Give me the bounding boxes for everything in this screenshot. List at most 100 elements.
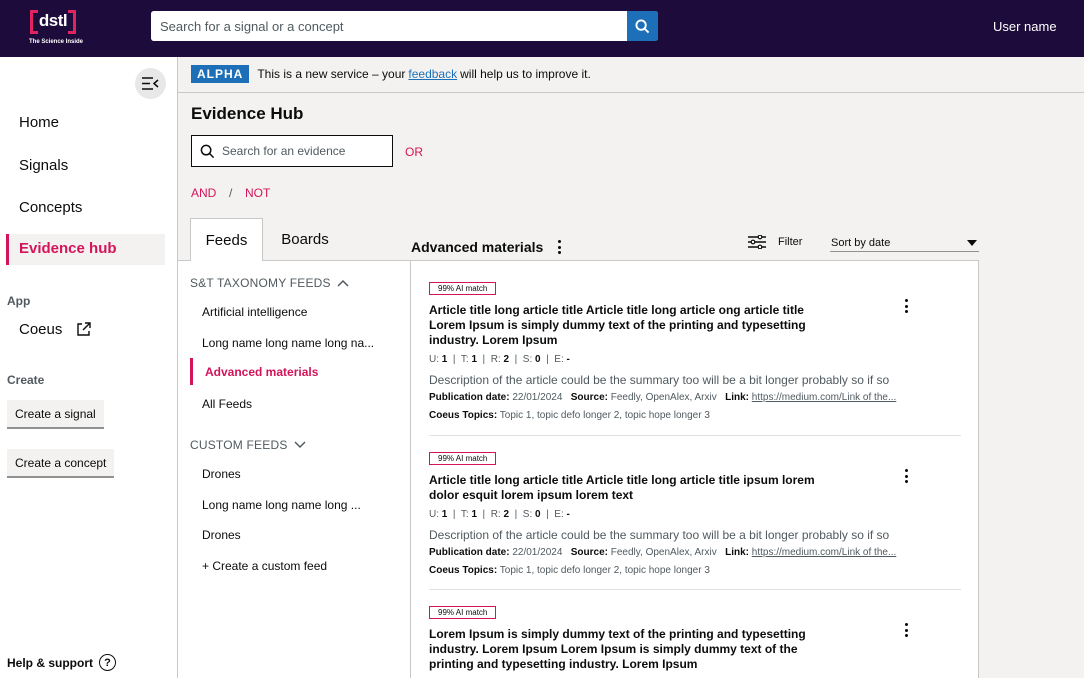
stat-t: 1 [471,509,477,520]
coeus-link[interactable]: Coeus [19,321,92,338]
pub-date-label: Publication date: [429,392,510,403]
article-meta: Publication date: 22/01/2024 Source: Fee… [429,547,961,558]
stat-u: 1 [441,509,448,520]
search-icon [200,144,215,159]
source: Feedly, OpenAlex, Arxiv [610,547,717,558]
nav-signals[interactable]: Signals [19,157,68,174]
card-divider [429,435,961,436]
card-options-icon[interactable] [903,299,909,313]
coeus-label: Coeus [19,321,63,338]
topics-label: Coeus Topics: [429,410,498,421]
card-divider [429,589,961,590]
feed-item-all-feeds[interactable]: All Feeds [202,397,252,411]
article-topics: Coeus Topics: Topic 1, topic defo longer… [429,410,961,421]
logo-tagline: The Science Inside [29,39,84,45]
custom-feed-drones-2[interactable]: Drones [202,528,241,542]
pub-date-label: Publication date: [429,547,510,558]
custom-feeds-heading: CUSTOM FEEDS [190,438,288,452]
help-icon: ? [99,654,116,671]
feed-title-text: Advanced materials [411,239,544,255]
stat-r: 2 [503,509,510,520]
ai-match-badge: 99% AI match [429,282,497,295]
article-link[interactable]: https://medium.com/Link of the... [752,547,897,558]
feed-item-long-name[interactable]: Long name long name long na... [202,336,374,350]
result-card[interactable]: 99% AI match Article title long article … [429,278,961,421]
link-label: Link: [725,392,749,403]
page-title: Evidence Hub [191,104,304,123]
pub-date: 22/01/2024 [512,392,563,403]
stat-e: - [566,509,570,520]
dropdown-arrow-icon [967,240,977,246]
or-operator[interactable]: OR [405,145,423,159]
and-operator[interactable]: AND [191,186,216,200]
article-title[interactable]: Lorem Ipsum is simply dummy text of the … [429,627,839,672]
result-card[interactable]: 99% AI match Article title long article … [429,448,961,576]
results-list: 99% AI match Article title long article … [410,260,979,678]
article-link[interactable]: https://medium.com/Link of the... [752,392,897,403]
logo-bracket-left [30,10,38,34]
link-label: Link: [725,547,749,558]
tab-boards[interactable]: Boards [265,218,345,261]
filter-sliders-icon [748,235,766,249]
article-title[interactable]: Article title long article title Article… [429,303,839,348]
stat-u: 1 [441,354,448,365]
topics: Topic 1, topic defo longer 2, topic hope… [499,565,710,576]
create-signal-button[interactable]: Create a signal [7,400,104,429]
create-custom-feed-link[interactable]: + Create a custom feed [202,559,327,573]
alpha-tag: ALPHA [191,65,250,83]
custom-feed-drones[interactable]: Drones [202,467,241,481]
nav-concepts[interactable]: Concepts [19,199,82,216]
source-label: Source: [570,547,608,558]
nav-evidence-hub-label: Evidence hub [19,240,117,257]
dstl-logo[interactable]: dstl The Science Inside [29,10,83,48]
card-options-icon[interactable] [903,469,909,483]
user-name[interactable]: User name [993,19,1057,34]
operator-separator: / [229,186,233,200]
feeds-panel: S&T TAXONOMY FEEDS Artificial intelligen… [178,260,411,678]
tab-feeds[interactable]: Feeds [190,218,263,261]
create-concept-button[interactable]: Create a concept [7,449,115,478]
article-description: Description of the article could be the … [429,373,890,387]
feed-options-icon[interactable] [556,240,562,254]
help-support-link[interactable]: Help & support ? [7,654,116,671]
global-search-button[interactable] [627,11,658,41]
nav-evidence-hub[interactable]: Evidence hub [6,234,165,265]
external-link-icon [77,322,92,336]
article-meta: Publication date: 22/01/2024 Source: Fee… [429,392,961,403]
article-title[interactable]: Article title long article title Article… [429,473,839,503]
evidence-search [191,135,393,167]
card-options-icon[interactable] [903,623,909,637]
feed-item-advanced-materials[interactable]: Advanced materials [190,358,410,385]
sort-select[interactable]: Sort by date [830,235,979,252]
logo-bracket-right [68,10,76,34]
article-description: Description of the article could be the … [429,528,890,542]
sort-value: Sort by date [831,237,891,249]
nav-home[interactable]: Home [19,114,59,131]
result-card[interactable]: 99% AI match Lorem Ipsum is simply dummy… [429,602,961,672]
feedback-link[interactable]: feedback [408,67,457,81]
banner-divider [178,92,1084,93]
ai-match-badge: 99% AI match [429,606,497,619]
custom-feeds-toggle[interactable]: CUSTOM FEEDS [190,438,306,452]
topics: Topic 1, topic defo longer 2, topic hope… [499,410,710,421]
collapse-sidebar-button[interactable] [135,68,166,99]
not-operator[interactable]: NOT [245,186,270,200]
feed-item-artificial-intelligence[interactable]: Artificial intelligence [202,305,307,319]
filter-label: Filter [778,236,803,248]
source-label: Source: [570,392,608,403]
taxonomy-feeds-toggle[interactable]: S&T TAXONOMY FEEDS [190,276,349,290]
alpha-banner: ALPHA This is a new service – your feedb… [191,65,591,83]
stat-s: 0 [535,509,541,520]
custom-feed-long-name[interactable]: Long name long name long ... [202,498,361,512]
create-heading: Create [7,373,45,387]
global-search-input[interactable] [151,11,627,41]
pub-date: 22/01/2024 [512,547,563,558]
top-bar: dstl The Science Inside User name [0,0,1084,57]
help-label: Help & support [7,655,93,670]
evidence-search-input[interactable] [222,137,390,165]
article-stats: U: 1 | T: 1 | R: 2 | S: 0 | E: - [429,354,570,365]
ai-match-badge: 99% AI match [429,452,497,465]
article-stats: U: 1 | T: 1 | R: 2 | S: 0 | E: - [429,509,570,520]
topics-label: Coeus Topics: [429,565,498,576]
filter-button[interactable]: Filter [748,235,802,249]
